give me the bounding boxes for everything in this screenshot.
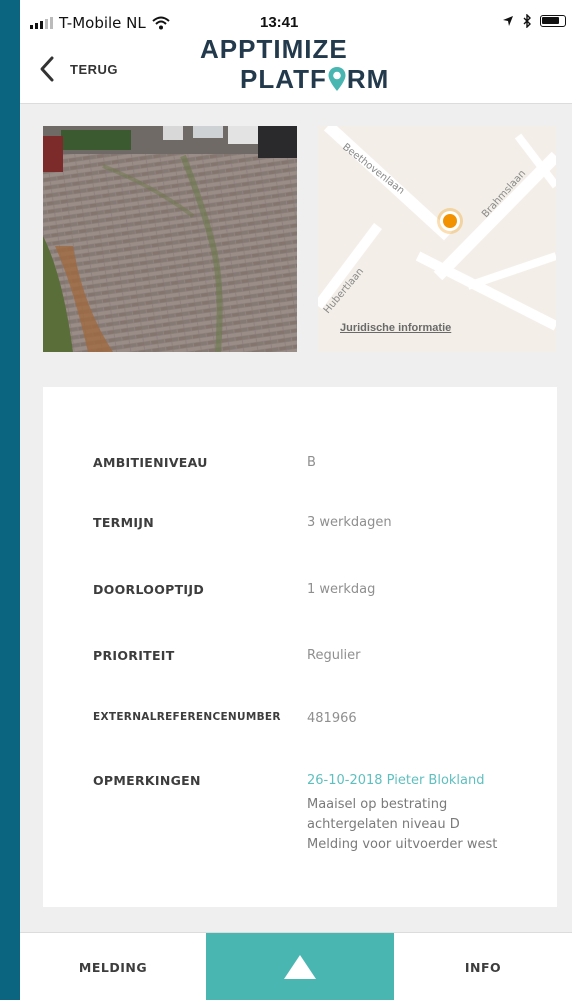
detail-label: PRIORITEIT <box>93 648 175 663</box>
tab-melding[interactable]: MELDING <box>20 933 206 1000</box>
detail-value: B <box>307 455 316 470</box>
signal-icon <box>30 17 53 29</box>
apptimize-logo: APPTIMIZE PLATF RM <box>200 34 390 94</box>
app-header: T-Mobile NL 13:41 TERUG APPTIMIZE PLATF R… <box>20 0 572 104</box>
status-bar: T-Mobile NL 13:41 <box>20 14 572 36</box>
detail-label: TERMIJN <box>93 515 154 530</box>
bluetooth-icon <box>523 14 531 28</box>
legal-info-link[interactable]: Juridische informatie <box>340 322 451 334</box>
pavement-photo-image <box>43 126 297 352</box>
back-label: TERUG <box>70 61 118 77</box>
report-photo[interactable] <box>43 126 297 352</box>
chevron-left-icon <box>40 56 54 82</box>
tab-info[interactable]: INFO <box>394 933 572 1000</box>
location-map[interactable]: Beethovenlaan Brahmslaan Hubertlaan Juri… <box>318 126 556 352</box>
remarks-line: Melding voor uitvoerder west <box>307 837 498 852</box>
detail-label: AMBITIENIVEAU <box>93 455 208 470</box>
remarks-label: OPMERKINGEN <box>93 773 201 788</box>
details-card: AMBITIENIVEAU B TERMIJN 3 werkdagen DOOR… <box>43 387 557 907</box>
bottom-tab-bar: MELDING INFO <box>20 932 572 1000</box>
detail-value: 481966 <box>307 711 357 726</box>
location-arrow-icon <box>503 16 513 26</box>
detail-label: DOORLOOPTIJD <box>93 582 204 597</box>
carrier-name: T-Mobile NL <box>59 14 146 32</box>
status-time: 13:41 <box>260 14 299 31</box>
triangle-up-icon <box>284 955 316 979</box>
detail-value: 1 werkdag <box>307 582 376 597</box>
back-button[interactable]: TERUG <box>38 55 118 83</box>
battery-icon <box>540 15 566 27</box>
location-marker-icon[interactable] <box>437 208 463 234</box>
remarks-line: achtergelaten niveau D <box>307 817 460 832</box>
app-screen: T-Mobile NL 13:41 TERUG APPTIMIZE PLATF R… <box>20 0 572 1000</box>
remarks-author-line: 26-10-2018 Pieter Blokland <box>307 773 485 788</box>
wifi-icon <box>152 16 170 30</box>
detail-label: EXTERNALREFERENCENUMBER <box>93 711 281 723</box>
location-pin-icon <box>328 67 346 91</box>
detail-value: Regulier <box>307 648 361 663</box>
carrier-info: T-Mobile NL <box>30 14 170 32</box>
status-right <box>502 14 566 28</box>
remarks-line: Maaisel op bestrating <box>307 797 448 812</box>
map-image: Beethovenlaan Brahmslaan Hubertlaan <box>318 126 556 352</box>
detail-value: 3 werkdagen <box>307 515 392 530</box>
expand-up-button[interactable] <box>206 933 394 1000</box>
